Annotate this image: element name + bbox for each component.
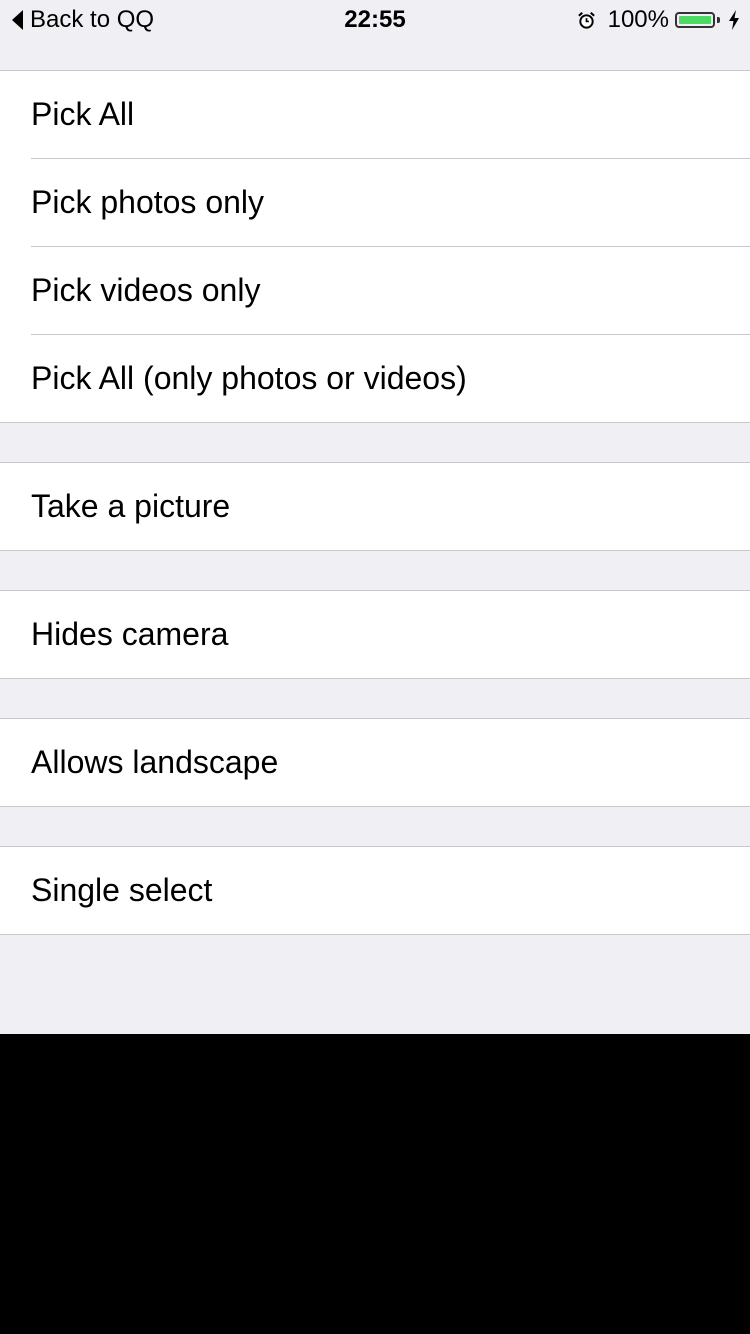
options-group-hide-camera: Hides camera [0, 590, 750, 679]
row-label: Hides camera [31, 616, 229, 652]
status-bar: Back to QQ 22:55 100% [0, 0, 750, 40]
battery-icon [675, 12, 715, 28]
alarm-icon [577, 11, 595, 29]
row-label: Pick All [31, 96, 135, 132]
app-screen: Back to QQ 22:55 100% Pick All Pick phot… [0, 0, 750, 1034]
black-bottom-area [0, 1034, 750, 1334]
battery-percent: 100% [607, 6, 669, 33]
options-group-camera: Take a picture [0, 462, 750, 551]
row-allows-landscape[interactable]: Allows landscape [0, 719, 750, 806]
row-pick-videos-only[interactable]: Pick videos only [0, 246, 750, 334]
row-label: Single select [31, 872, 213, 908]
battery-fill [679, 16, 711, 24]
row-hides-camera[interactable]: Hides camera [0, 591, 750, 678]
row-take-a-picture[interactable]: Take a picture [0, 463, 750, 550]
battery-nub [717, 17, 720, 23]
row-label: Pick All (only photos or videos) [31, 360, 467, 396]
row-pick-all-photos-or-videos[interactable]: Pick All (only photos or videos) [0, 334, 750, 422]
charging-bolt-icon [729, 10, 739, 30]
row-label: Pick videos only [31, 272, 261, 308]
row-single-select[interactable]: Single select [0, 847, 750, 934]
row-label: Allows landscape [31, 744, 279, 780]
options-group-pick: Pick All Pick photos only Pick videos on… [0, 70, 750, 423]
row-pick-photos-only[interactable]: Pick photos only [0, 158, 750, 246]
row-pick-all[interactable]: Pick All [0, 71, 750, 158]
options-group-single-select: Single select [0, 846, 750, 935]
row-label: Pick photos only [31, 184, 265, 220]
status-right-indicators: 100% [577, 6, 740, 33]
options-group-landscape: Allows landscape [0, 718, 750, 807]
row-label: Take a picture [31, 488, 231, 524]
